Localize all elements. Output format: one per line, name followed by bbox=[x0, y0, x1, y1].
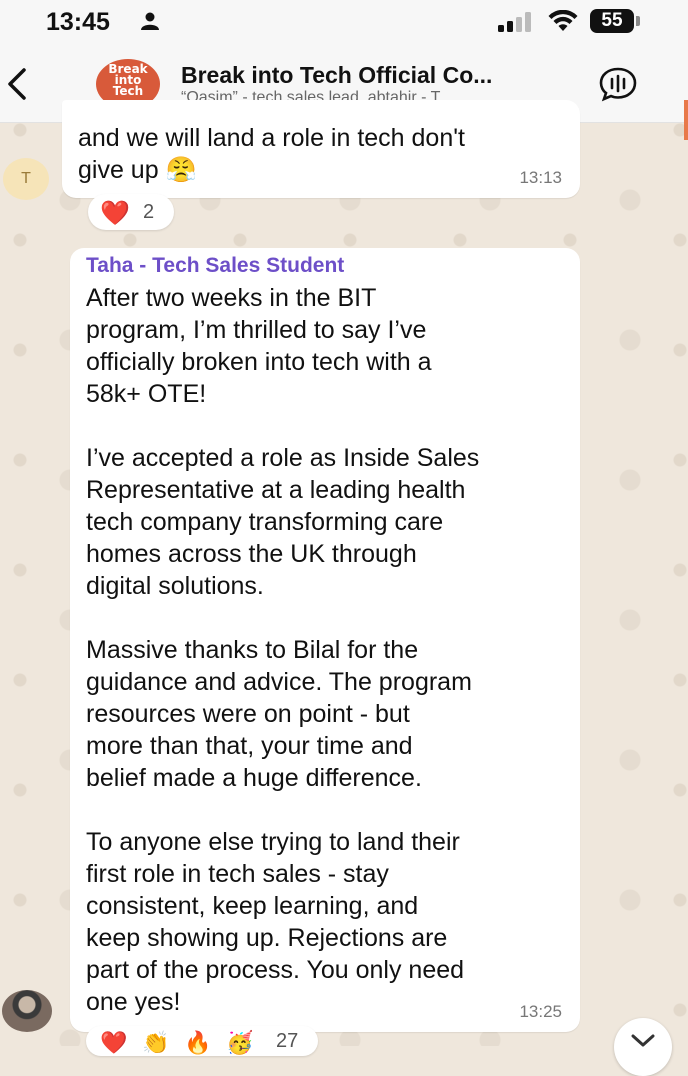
scroll-accent bbox=[684, 100, 688, 140]
cellular-signal-icon bbox=[498, 12, 531, 32]
clap-reaction-icon: 👏 bbox=[142, 1030, 170, 1055]
person-icon bbox=[141, 12, 159, 30]
voice-chat-icon[interactable] bbox=[598, 66, 638, 102]
battery-icon: 55 bbox=[590, 9, 634, 33]
group-title[interactable]: Break into Tech Official Co... bbox=[181, 62, 492, 89]
fire-reaction-icon: 🔥 bbox=[184, 1030, 212, 1055]
message-bubble[interactable]: and we will land a role in tech don't gi… bbox=[62, 100, 580, 198]
status-time: 13:45 bbox=[46, 8, 110, 36]
avatar-initial: T bbox=[21, 170, 31, 187]
message-text: and we will land a role in tech don't gi… bbox=[78, 124, 465, 184]
message-bubble[interactable]: Taha - Tech Sales Student After two week… bbox=[70, 248, 580, 1032]
reaction-count: 27 bbox=[276, 1030, 299, 1052]
reaction-pill[interactable]: ❤️ 👏 🔥 🥳 27 bbox=[86, 1026, 318, 1056]
reaction-count: 2 bbox=[143, 201, 155, 223]
battery-tip bbox=[636, 16, 640, 26]
sender-avatar-photo[interactable] bbox=[2, 990, 52, 1032]
scroll-to-bottom-button[interactable] bbox=[614, 1018, 672, 1076]
party-reaction-icon: 🥳 bbox=[226, 1030, 254, 1055]
group-logo: Break into Tech bbox=[108, 62, 148, 98]
sender-name[interactable]: Taha - Tech Sales Student bbox=[86, 254, 344, 278]
message-time: 13:25 bbox=[519, 1002, 562, 1021]
status-bar: 13:45 55 bbox=[0, 0, 688, 44]
battery-level: 55 bbox=[601, 10, 623, 31]
back-chevron-icon[interactable] bbox=[4, 66, 30, 102]
reaction-pill[interactable]: ❤️ 2 bbox=[88, 194, 174, 230]
message-text: After two weeks in the BIT program, I’m … bbox=[86, 284, 480, 1016]
heart-reaction-icon: ❤️ bbox=[100, 1030, 128, 1055]
sender-avatar[interactable]: T bbox=[3, 158, 49, 200]
heart-reaction-icon: ❤️ bbox=[100, 200, 130, 227]
wifi-icon bbox=[548, 10, 578, 31]
message-time: 13:13 bbox=[519, 168, 562, 187]
chevron-down-icon bbox=[631, 1034, 655, 1047]
